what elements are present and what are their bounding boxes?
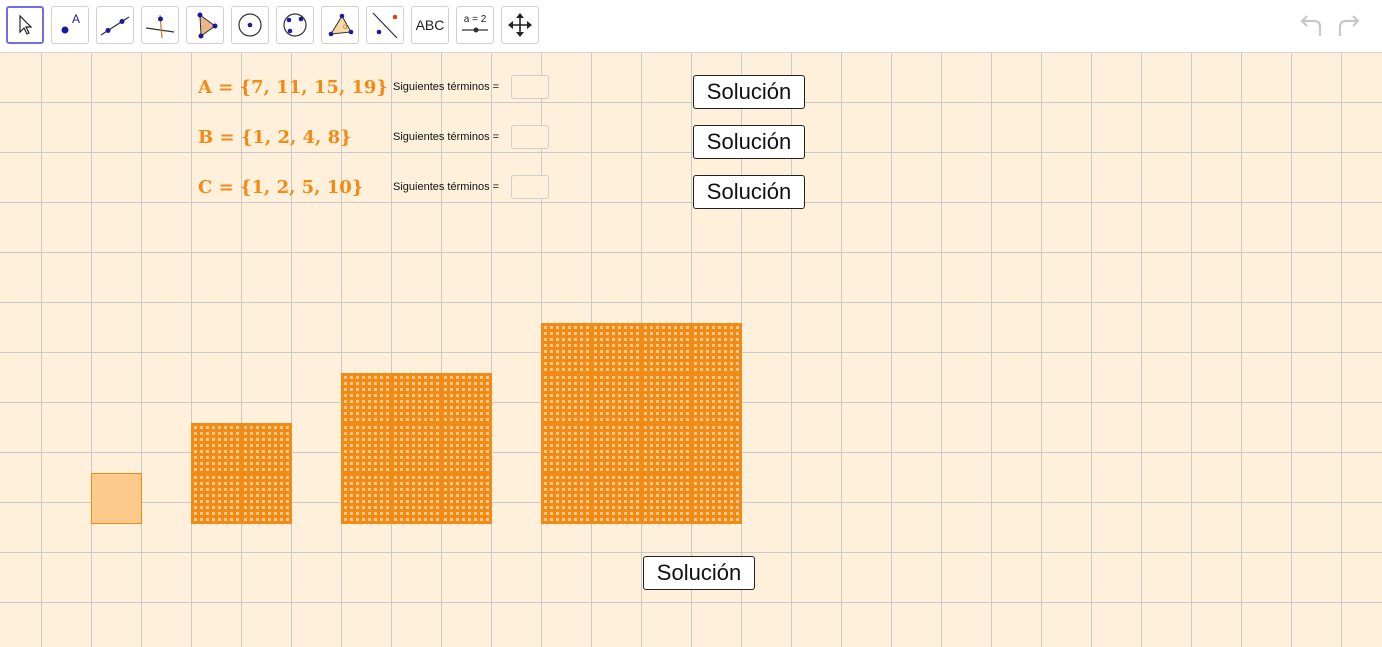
square-figure-3 bbox=[341, 373, 492, 524]
next-terms-input-c[interactable] bbox=[511, 175, 549, 199]
solution-button-c[interactable]: Solución bbox=[693, 175, 805, 209]
next-terms-label-a: Siguientes términos = bbox=[393, 81, 500, 93]
text-tool-icon[interactable]: ABC bbox=[411, 6, 449, 44]
slider-tool-icon[interactable]: a = 2 bbox=[456, 6, 494, 44]
set-b-label: B = {1, 2, 4, 8} bbox=[198, 127, 352, 148]
undo-icon[interactable] bbox=[1296, 12, 1326, 45]
move-tool-icon[interactable] bbox=[6, 6, 44, 44]
circle-three-points-tool-icon[interactable] bbox=[276, 6, 314, 44]
circle-center-point-tool-icon[interactable] bbox=[231, 6, 269, 44]
next-terms-input-a[interactable] bbox=[511, 75, 549, 99]
svg-text:a = 2: a = 2 bbox=[464, 14, 487, 25]
polygon-tool-icon[interactable] bbox=[186, 6, 224, 44]
perpendicular-line-tool-icon[interactable] bbox=[141, 6, 179, 44]
square-figure-2 bbox=[191, 423, 292, 524]
move-graphics-view-tool-icon[interactable] bbox=[501, 6, 539, 44]
next-terms-label-c: Siguientes términos = bbox=[393, 181, 500, 193]
redo-icon[interactable] bbox=[1334, 12, 1364, 45]
line-tool-icon[interactable] bbox=[96, 6, 134, 44]
next-terms-input-b[interactable] bbox=[511, 125, 549, 149]
set-a-label: A = {7, 11, 15, 19} bbox=[198, 77, 389, 98]
svg-text:A: A bbox=[72, 12, 80, 26]
next-terms-label-b: Siguientes términos = bbox=[393, 131, 500, 143]
toolbar: A α ABC a = 2 bbox=[0, 0, 1382, 53]
square-figure-1 bbox=[91, 473, 142, 524]
svg-text:α: α bbox=[343, 22, 348, 31]
solution-button-a[interactable]: Solución bbox=[693, 75, 805, 109]
solution-button-b[interactable]: Solución bbox=[693, 125, 805, 159]
square-figure-4 bbox=[541, 323, 742, 524]
angle-tool-icon[interactable]: α bbox=[321, 6, 359, 44]
solution-button-figures[interactable]: Solución bbox=[643, 556, 755, 590]
reflect-tool-icon[interactable] bbox=[366, 6, 404, 44]
set-c-label: C = {1, 2, 5, 10} bbox=[198, 177, 364, 198]
point-tool-icon[interactable]: A bbox=[51, 6, 89, 44]
